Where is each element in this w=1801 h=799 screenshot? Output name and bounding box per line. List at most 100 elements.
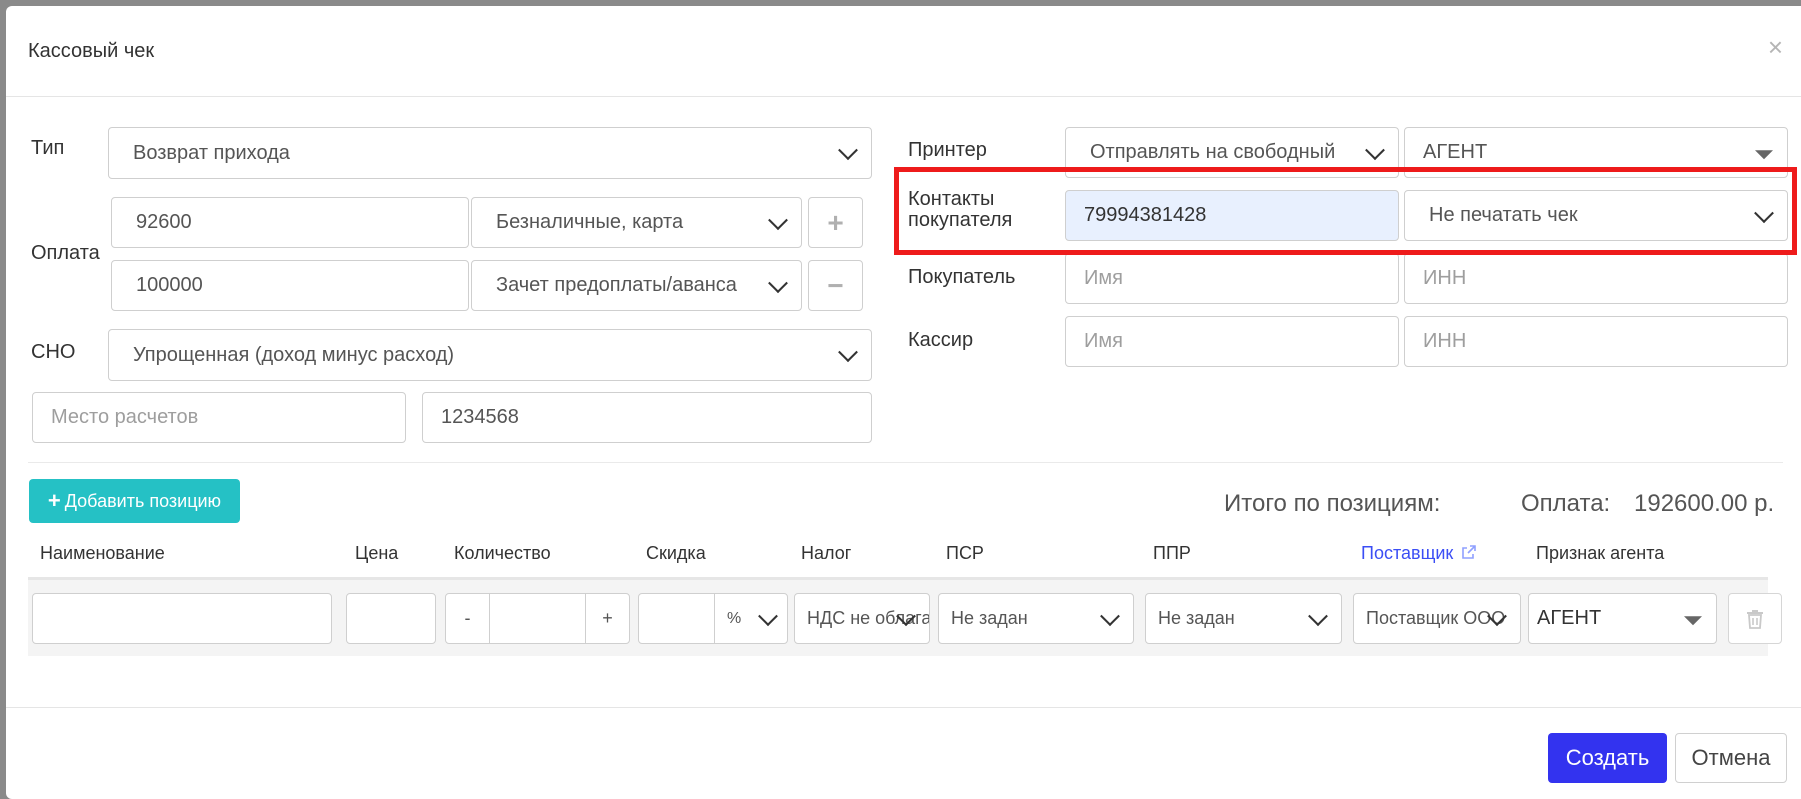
contacts-label: Контакты покупателя [908, 189, 1012, 231]
print-option-value: Не печатать чек [1429, 204, 1578, 226]
place-input-placeholder: Место расчетов [51, 406, 199, 428]
psr-select-value: Не задан [951, 608, 1028, 628]
modal-header: Кассовый чек × [6, 6, 1801, 97]
tax-select[interactable]: НДС не облагается [794, 593, 930, 644]
contacts-input[interactable]: 79994381428 [1065, 190, 1399, 241]
chevron-down-icon [838, 140, 858, 161]
remove-payment-button[interactable]: − [808, 260, 863, 311]
col-psr: ПСР [946, 543, 984, 563]
type-select-value: Возврат прихода [133, 141, 290, 164]
section-divider [28, 462, 1783, 463]
payment-label: Оплата [31, 242, 100, 264]
payment-method-2[interactable]: Зачет предоплаты/аванса [471, 260, 802, 311]
position-price-input[interactable] [346, 593, 436, 644]
delete-position-button[interactable] [1728, 593, 1782, 644]
footer-divider [6, 707, 1801, 708]
payment-amount-1[interactable]: 92600 [111, 197, 469, 248]
plus-icon: + [47, 488, 61, 513]
discount-group: % [638, 593, 788, 644]
quantity-plus-button[interactable]: + [585, 594, 629, 643]
cashier-name-input[interactable]: Имя [1065, 316, 1399, 367]
minus-icon: − [827, 269, 844, 301]
col-supplier-link[interactable]: Поставщик [1361, 543, 1477, 564]
payment-amount-1-value: 92600 [136, 211, 192, 233]
col-name: Наименование [40, 543, 165, 563]
type-select[interactable]: Возврат прихода [108, 127, 872, 179]
caret-down-icon [1755, 149, 1773, 159]
printer-select-value: Отправлять на свободный [1090, 141, 1336, 163]
psr-select[interactable]: Не задан [938, 593, 1134, 644]
buyer-name-input[interactable]: Имя [1065, 253, 1399, 304]
payment-amount-2-value: 100000 [136, 274, 203, 296]
agent-sign-select[interactable]: АГЕНТ [1528, 593, 1717, 644]
type-label: Тип [31, 137, 65, 159]
payment-total-value: 192600.00 р. [1634, 490, 1775, 517]
discount-unit-select[interactable]: % [715, 594, 787, 643]
discount-input[interactable] [639, 594, 715, 643]
receipt-modal: Кассовый чек × Тип Возврат прихода Оплат… [6, 6, 1801, 799]
buyer-label: Покупатель [908, 266, 1016, 288]
create-button[interactable]: Создать [1548, 733, 1667, 783]
buyer-name-placeholder: Имя [1084, 267, 1123, 289]
external-link-icon [1462, 545, 1477, 559]
col-supplier-label: Поставщик [1361, 543, 1454, 563]
contacts-label-line-1: Контакты [908, 188, 995, 210]
chevron-down-icon [768, 209, 788, 230]
payment-method-2-value: Зачет предоплаты/аванса [496, 274, 737, 296]
col-ppr: ППР [1153, 543, 1191, 563]
supplier-select-value: Поставщик ООО [1366, 608, 1506, 628]
cashier-name-placeholder: Имя [1084, 330, 1123, 352]
chevron-down-icon [758, 605, 778, 626]
cashier-inn-input[interactable]: ИНН [1404, 316, 1788, 367]
add-position-label: Добавить позицию [64, 490, 222, 511]
add-payment-button[interactable]: + [808, 197, 863, 248]
print-option-select[interactable]: Не печатать чек [1404, 190, 1788, 241]
buyer-inn-input[interactable]: ИНН [1404, 253, 1788, 304]
plus-icon: + [827, 206, 844, 238]
trash-icon [1747, 609, 1763, 629]
close-icon[interactable]: × [1768, 34, 1783, 60]
buyer-inn-placeholder: ИНН [1423, 267, 1467, 289]
supplier-select[interactable]: Поставщик ООО [1353, 593, 1521, 644]
payment-total-label: Оплата: [1521, 490, 1611, 517]
place-code-input[interactable]: 1234568 [422, 392, 872, 443]
place-input[interactable]: Место расчетов [32, 392, 406, 443]
add-position-button[interactable]: + Добавить позицию [29, 479, 240, 523]
place-code-value: 1234568 [441, 406, 519, 428]
sno-label: СНО [31, 341, 76, 363]
col-agent-sign: Признак агента [1536, 543, 1665, 563]
payment-method-1-value: Безналичные, карта [496, 211, 684, 233]
chevron-down-icon [768, 272, 788, 293]
positions-total-label: Итого по позициям: [1224, 490, 1441, 517]
chevron-down-icon [1308, 605, 1328, 626]
printer-agent-value: АГЕНТ [1423, 141, 1488, 163]
payment-method-1[interactable]: Безналичные, карта [471, 197, 802, 248]
chevron-down-icon [1754, 202, 1774, 223]
agent-sign-value: АГЕНТ [1537, 607, 1602, 629]
col-tax: Налог [801, 543, 852, 563]
chevron-down-icon [838, 342, 858, 363]
discount-unit-value: % [727, 609, 742, 627]
ppr-select[interactable]: Не задан [1145, 593, 1342, 644]
cashier-inn-placeholder: ИНН [1423, 330, 1467, 352]
modal-title: Кассовый чек [28, 40, 155, 62]
printer-label: Принтер [908, 139, 987, 161]
caret-down-icon [1684, 615, 1702, 625]
col-discount: Скидка [646, 543, 706, 563]
payment-amount-2[interactable]: 100000 [111, 260, 469, 311]
cashier-label: Кассир [908, 329, 974, 351]
quantity-minus-button[interactable]: - [446, 594, 490, 643]
chevron-down-icon [1365, 139, 1385, 160]
ppr-select-value: Не задан [1158, 608, 1235, 628]
printer-select[interactable]: Отправлять на свободный [1065, 127, 1399, 178]
contacts-input-value: 79994381428 [1084, 204, 1207, 226]
cancel-button[interactable]: Отмена [1675, 733, 1787, 783]
col-price: Цена [355, 543, 399, 563]
quantity-stepper: - + [445, 593, 630, 644]
quantity-input[interactable] [490, 594, 585, 643]
position-name-input[interactable] [32, 593, 332, 644]
col-quantity: Количество [454, 543, 551, 563]
printer-agent-select[interactable]: АГЕНТ [1404, 127, 1788, 178]
sno-select[interactable]: Упрощенная (доход минус расход) [108, 329, 872, 381]
sno-select-value: Упрощенная (доход минус расход) [133, 343, 455, 366]
